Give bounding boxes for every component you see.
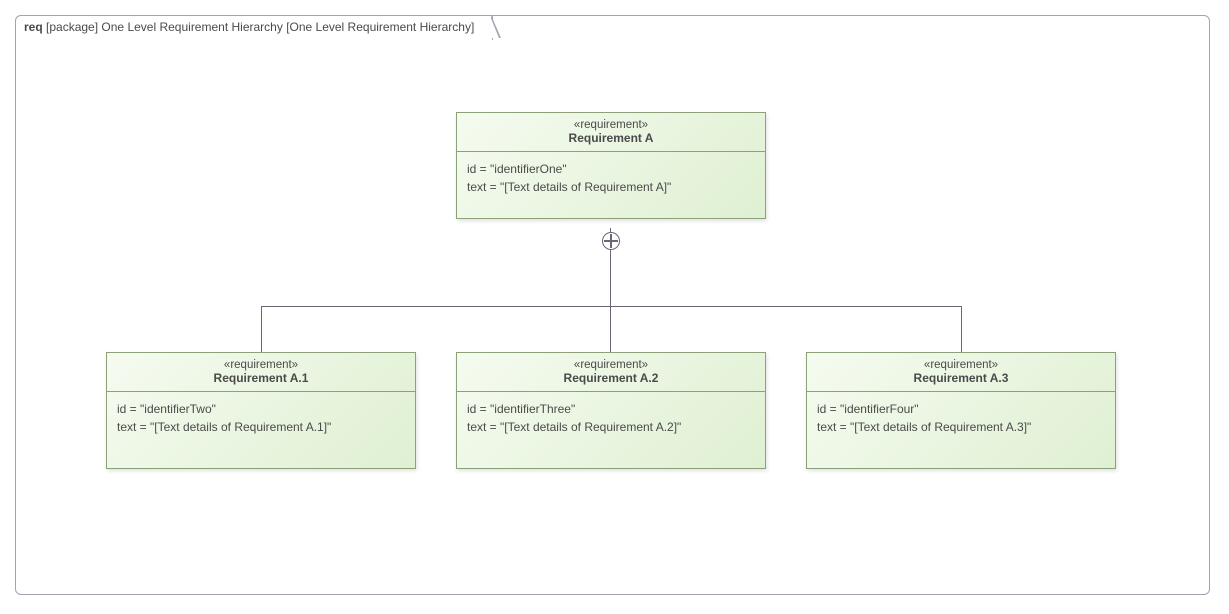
text-line: text = "[Text details of Requirement A.1… xyxy=(117,418,405,436)
connector-line xyxy=(261,306,962,307)
requirement-name: Requirement A.1 xyxy=(115,371,407,385)
box-header: «requirement» Requirement A xyxy=(457,113,765,152)
frame-scope: [package] xyxy=(46,20,98,34)
stereotype-label: «requirement» xyxy=(465,119,757,131)
text-line: text = "[Text details of Requirement A.3… xyxy=(817,418,1105,436)
requirement-name: Requirement A.2 xyxy=(465,371,757,385)
requirement-name: Requirement A xyxy=(465,131,757,145)
box-body: id = "identifierOne" text = "[Text detai… xyxy=(457,152,765,218)
connector-line xyxy=(610,228,611,233)
box-body: id = "identifierTwo" text = "[Text detai… xyxy=(107,392,415,468)
requirement-box-child[interactable]: «requirement» Requirement A.1 id = "iden… xyxy=(106,352,416,469)
id-line: id = "identifierThree" xyxy=(467,400,755,418)
stereotype-label: «requirement» xyxy=(815,359,1107,371)
stereotype-label: «requirement» xyxy=(465,359,757,371)
frame-tab: req [package] One Level Requirement Hier… xyxy=(15,15,493,40)
box-body: id = "identifierThree" text = "[Text det… xyxy=(457,392,765,468)
box-header: «requirement» Requirement A.3 xyxy=(807,353,1115,392)
requirement-box-parent[interactable]: «requirement» Requirement A id = "identi… xyxy=(456,112,766,219)
box-body: id = "identifierFour" text = "[Text deta… xyxy=(807,392,1115,468)
connector-line xyxy=(261,306,262,352)
requirement-box-child[interactable]: «requirement» Requirement A.3 id = "iden… xyxy=(806,352,1116,469)
composition-circle-plus-icon xyxy=(602,232,620,250)
box-header: «requirement» Requirement A.2 xyxy=(457,353,765,392)
box-header: «requirement» Requirement A.1 xyxy=(107,353,415,392)
text-line: text = "[Text details of Requirement A]" xyxy=(467,178,755,196)
requirement-box-child[interactable]: «requirement» Requirement A.2 id = "iden… xyxy=(456,352,766,469)
frame-bracket: [One Level Requirement Hierarchy] xyxy=(286,20,474,34)
text-line: text = "[Text details of Requirement A.2… xyxy=(467,418,755,436)
connector-line xyxy=(610,306,611,352)
frame-kind: req xyxy=(24,20,43,34)
requirement-name: Requirement A.3 xyxy=(815,371,1107,385)
diagram-frame: req [package] One Level Requirement Hier… xyxy=(15,15,1210,595)
frame-title: One Level Requirement Hierarchy xyxy=(101,20,282,34)
stereotype-label: «requirement» xyxy=(115,359,407,371)
id-line: id = "identifierOne" xyxy=(467,160,755,178)
id-line: id = "identifierTwo" xyxy=(117,400,405,418)
connector-line xyxy=(610,250,611,306)
connector-line xyxy=(961,306,962,352)
id-line: id = "identifierFour" xyxy=(817,400,1105,418)
